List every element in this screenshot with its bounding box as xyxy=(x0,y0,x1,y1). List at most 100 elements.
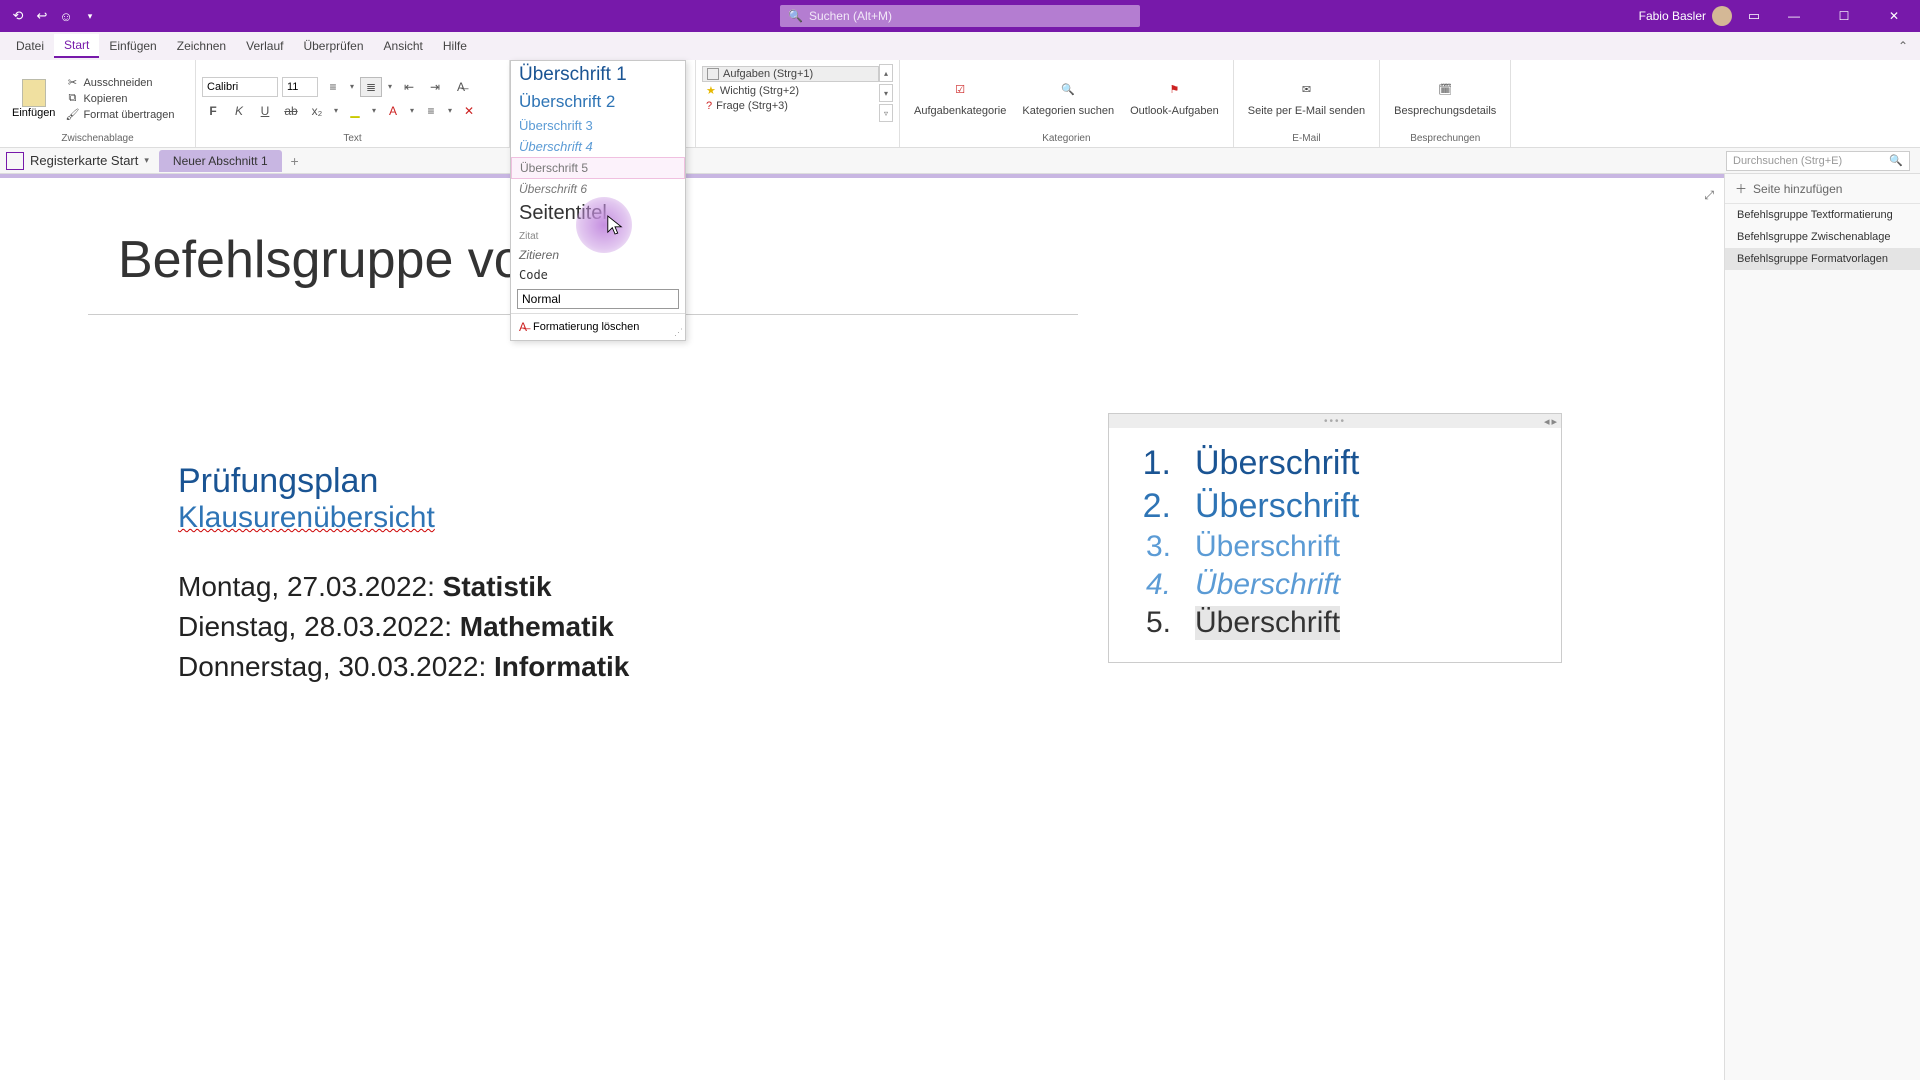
cut-button[interactable]: ✂Ausschneiden xyxy=(65,76,174,90)
font-size-input[interactable] xyxy=(282,77,318,97)
menu-start[interactable]: Start xyxy=(54,34,99,58)
body-line[interactable]: Donnerstag, 30.03.2022: Informatik xyxy=(178,651,629,683)
style-item-h6[interactable]: Überschrift 6 xyxy=(511,179,685,199)
chevron-down-icon[interactable]: ▾ xyxy=(386,82,394,91)
expand-icon[interactable]: ⤢ xyxy=(1704,188,1714,203)
user-account[interactable]: Fabio Basler xyxy=(1639,6,1732,26)
list-item[interactable]: 3.Überschrift xyxy=(1129,530,1541,564)
menu-hilfe[interactable]: Hilfe xyxy=(433,35,477,57)
page-list-item[interactable]: Befehlsgruppe Textformatierung xyxy=(1725,204,1920,226)
nav-left-icon[interactable]: ◂ xyxy=(1544,415,1550,428)
page-search-placeholder: Durchsuchen (Strg+E) xyxy=(1733,155,1842,167)
notebook-name[interactable]: Registerkarte Start xyxy=(30,153,144,168)
emoji-icon[interactable]: ☺ xyxy=(58,8,74,24)
tag-scroll-down[interactable]: ▾ xyxy=(879,84,893,102)
heading-2[interactable]: Klausurenübersicht xyxy=(178,501,629,535)
style-item-seitentitel[interactable]: Seitentitel xyxy=(511,199,685,228)
style-clear-formatting[interactable]: A̶ Formatierung löschen xyxy=(511,313,685,340)
heading-1[interactable]: Prüfungsplan xyxy=(178,462,629,501)
paste-button[interactable]: Einfügen xyxy=(6,77,61,121)
menu-ansicht[interactable]: Ansicht xyxy=(374,35,433,57)
bullets-button[interactable]: ≡ xyxy=(322,77,344,97)
outdent-button[interactable]: ⇤ xyxy=(398,77,420,97)
resize-handle-icon[interactable]: ⋰ xyxy=(674,327,683,338)
chevron-down-icon[interactable]: ▾ xyxy=(348,82,356,91)
format-painter-button[interactable]: 🖌Format übertragen xyxy=(65,108,174,122)
body-line[interactable]: Montag, 27.03.2022: Statistik xyxy=(178,571,629,603)
delete-button[interactable]: ✕ xyxy=(458,101,480,121)
notebook-icon[interactable] xyxy=(6,152,24,170)
style-item-zitat[interactable]: Zitat xyxy=(511,228,685,245)
chevron-down-icon[interactable]: ▾ xyxy=(370,106,378,115)
tag-item-frage[interactable]: ?Frage (Strg+3) xyxy=(702,99,879,113)
clear-format-button[interactable]: A̶ xyxy=(450,77,472,97)
menu-verlauf[interactable]: Verlauf xyxy=(236,35,293,57)
kategorien-suchen-button[interactable]: 🔍 Kategorien suchen xyxy=(1014,77,1122,120)
nav-right-icon[interactable]: ▸ xyxy=(1551,415,1557,428)
page-search-input[interactable]: Durchsuchen (Strg+E) 🔍 xyxy=(1726,151,1910,171)
chevron-down-icon[interactable]: ▾ xyxy=(446,106,454,115)
menu-einfuegen[interactable]: Einfügen xyxy=(99,35,166,57)
tag-item-aufgaben[interactable]: Aufgaben (Strg+1) xyxy=(702,66,879,82)
font-name-input[interactable] xyxy=(202,77,278,97)
group-label-meetings: Besprechungen xyxy=(1386,133,1504,145)
text-container[interactable]: Prüfungsplan Klausurenübersicht Montag, … xyxy=(178,462,629,683)
page-canvas[interactable]: ⤢ Befehlsgruppe vorlagen Prüfungsplan Kl… xyxy=(0,174,1724,1080)
underline-button[interactable]: U xyxy=(254,101,276,121)
list-item[interactable]: 1.Überschrift xyxy=(1129,444,1541,483)
menu-datei[interactable]: Datei xyxy=(6,35,54,57)
style-item-h5[interactable]: Überschrift 5 xyxy=(511,157,685,179)
style-item-h4[interactable]: Überschrift 4 xyxy=(511,136,685,157)
list-item[interactable]: 2.Überschrift xyxy=(1129,487,1541,526)
style-item-zitieren[interactable]: Zitieren xyxy=(511,245,685,265)
align-button[interactable]: ≡ xyxy=(420,101,442,121)
tag-more[interactable]: ▿ xyxy=(879,104,893,122)
outlook-aufgaben-button[interactable]: ⚑ Outlook-Aufgaben xyxy=(1122,77,1227,120)
add-page-button[interactable]: ＋ Seite hinzufügen xyxy=(1725,174,1920,204)
list-item[interactable]: 5.Überschrift xyxy=(1129,606,1541,640)
font-color-button[interactable]: A xyxy=(382,101,404,121)
page-list-item[interactable]: Befehlsgruppe Zwischenablage xyxy=(1725,226,1920,248)
italic-button[interactable]: K xyxy=(228,101,250,121)
meeting-details-button[interactable]: 🗓 Besprechungsdetails xyxy=(1386,77,1504,120)
body-line[interactable]: Dienstag, 28.03.2022: Mathematik xyxy=(178,611,629,643)
style-item-h3[interactable]: Überschrift 3 xyxy=(511,115,685,136)
close-button[interactable]: ✕ xyxy=(1876,0,1912,32)
style-item-h1[interactable]: Überschrift 1 xyxy=(511,61,685,89)
back-icon[interactable]: ⟲ xyxy=(10,8,26,24)
numbered-list-container[interactable]: •••• ◂▸ 1.Überschrift 2.Überschrift 3.Üb… xyxy=(1108,413,1562,663)
numbering-button[interactable]: ≣ xyxy=(360,77,382,97)
section-tab[interactable]: Neuer Abschnitt 1 xyxy=(159,150,282,172)
tag-scroll-up[interactable]: ▴ xyxy=(879,64,893,82)
page-list-panel: ＋ Seite hinzufügen Befehlsgruppe Textfor… xyxy=(1724,174,1920,1080)
container-header[interactable]: •••• ◂▸ xyxy=(1109,414,1561,428)
highlight-button[interactable]: ▁ xyxy=(344,101,366,121)
menu-ueberpruefen[interactable]: Überprüfen xyxy=(293,35,373,57)
add-section-button[interactable]: + xyxy=(284,150,306,172)
indent-button[interactable]: ⇥ xyxy=(424,77,446,97)
style-item-normal[interactable]: Normal xyxy=(517,289,679,309)
qa-dropdown-icon[interactable]: ▾ xyxy=(82,8,98,24)
collapse-ribbon-icon[interactable]: ⌃ xyxy=(1898,39,1908,53)
title-search[interactable]: 🔍 Suchen (Alt+M) xyxy=(780,5,1140,27)
subscript-button[interactable]: x₂ xyxy=(306,101,328,121)
chevron-down-icon[interactable]: ▾ xyxy=(332,106,340,115)
page-list-item[interactable]: Befehlsgruppe Formatvorlagen xyxy=(1725,248,1920,270)
style-item-code[interactable]: Code xyxy=(511,265,685,285)
list-item[interactable]: 4.Überschrift xyxy=(1129,568,1541,602)
aufgabenkategorie-button[interactable]: ☑ Aufgabenkategorie xyxy=(906,77,1014,120)
grip-icon[interactable]: •••• xyxy=(1324,416,1346,427)
menu-zeichnen[interactable]: Zeichnen xyxy=(167,35,236,57)
email-page-button[interactable]: ✉ Seite per E-Mail senden xyxy=(1240,77,1373,120)
minimize-button[interactable]: — xyxy=(1776,0,1812,32)
window-mode-icon[interactable]: ▭ xyxy=(1746,8,1762,24)
strike-button[interactable]: ab xyxy=(280,101,302,121)
maximize-button[interactable]: ☐ xyxy=(1826,0,1862,32)
tag-item-wichtig[interactable]: ★Wichtig (Strg+2) xyxy=(702,83,879,98)
undo-icon[interactable]: ↩ xyxy=(34,8,50,24)
chevron-down-icon[interactable]: ▾ xyxy=(144,155,159,166)
bold-button[interactable]: F xyxy=(202,101,224,121)
style-item-h2[interactable]: Überschrift 2 xyxy=(511,89,685,115)
chevron-down-icon[interactable]: ▾ xyxy=(408,106,416,115)
copy-button[interactable]: ⧉Kopieren xyxy=(65,92,174,106)
